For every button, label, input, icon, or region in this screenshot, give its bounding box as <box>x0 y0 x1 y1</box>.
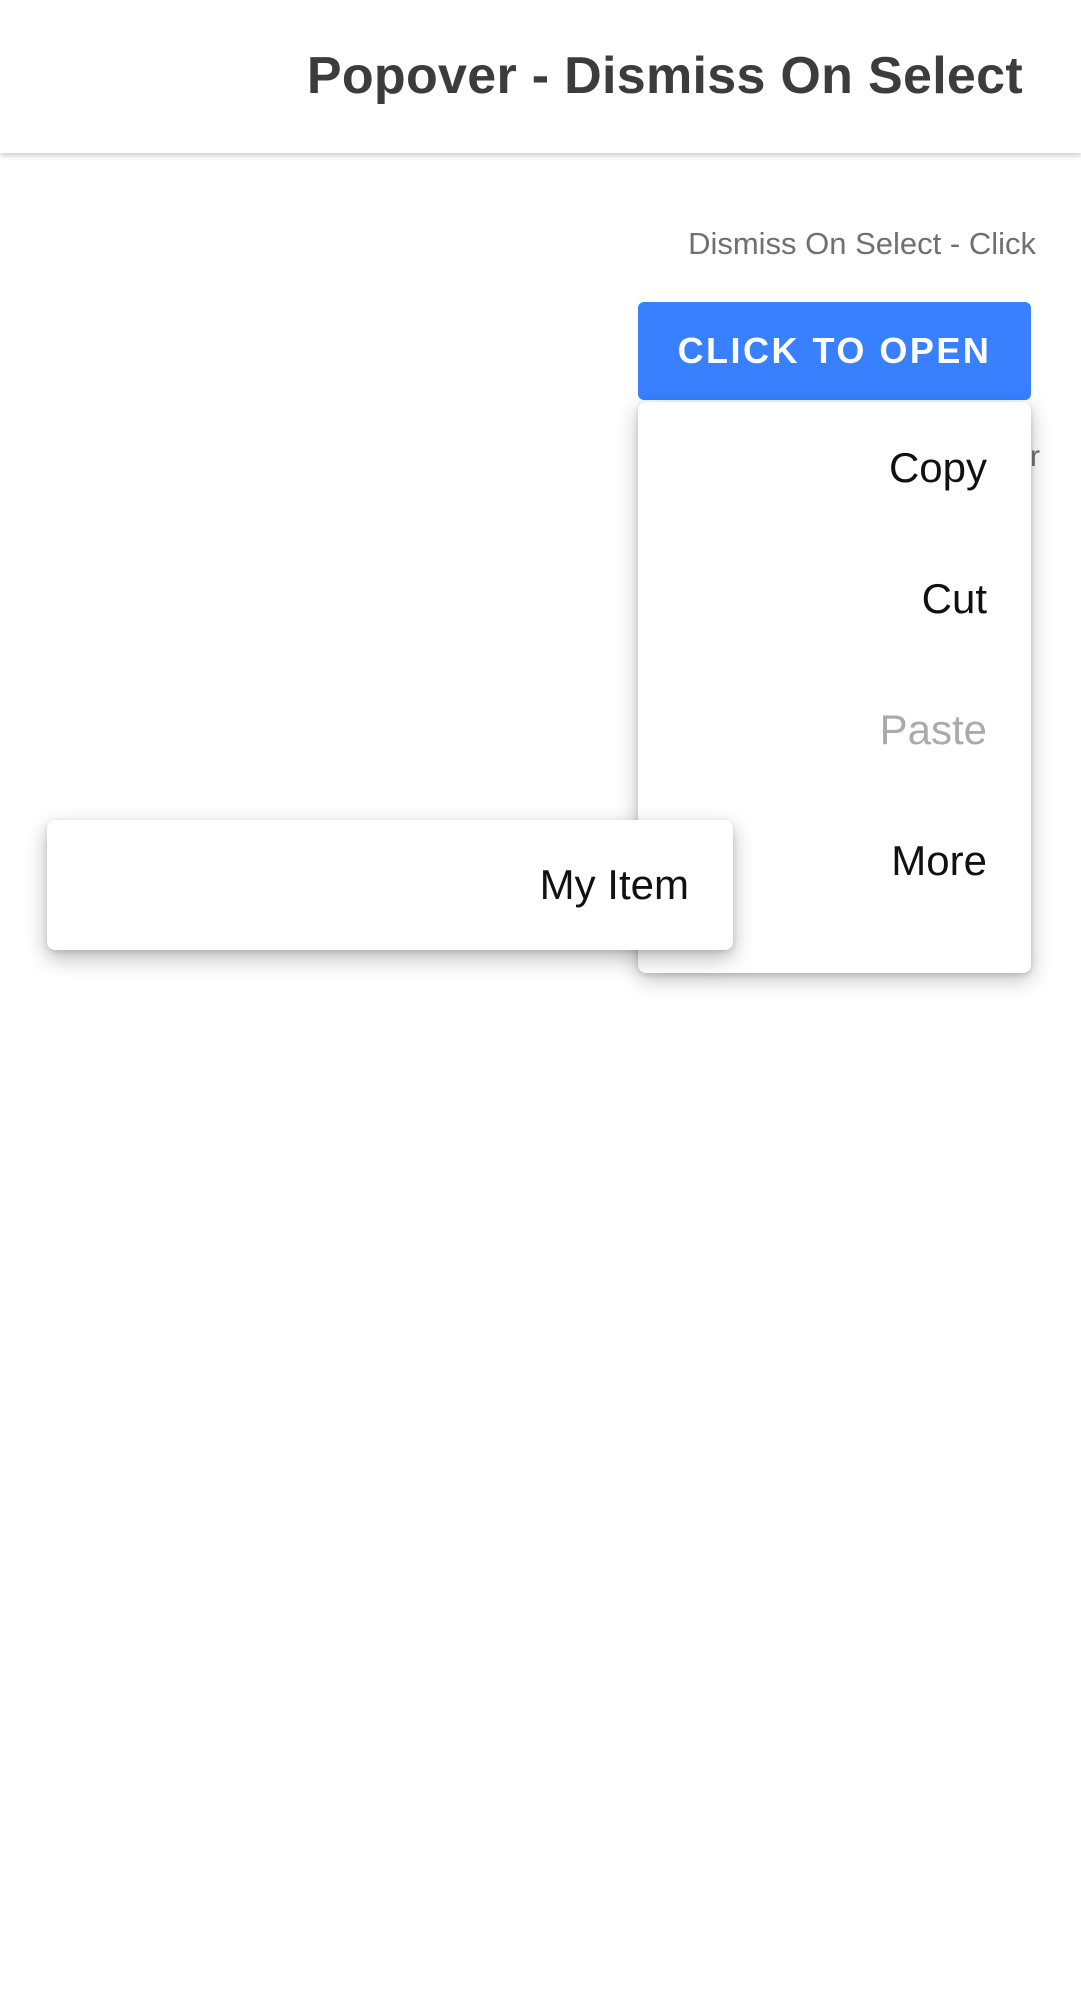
obscured-label-fragment: r <box>1030 440 1040 473</box>
page-title: Popover - Dismiss On Select <box>306 47 1023 105</box>
click-to-open-button[interactable]: CLICK TO OPEN <box>638 302 1031 400</box>
menu-item-my-item[interactable]: My Item <box>540 861 689 909</box>
menu-item-copy[interactable]: Copy <box>638 402 1031 533</box>
app-screen: Popover - Dismiss On Select Dismiss On S… <box>0 0 1081 1999</box>
menu-item-paste: Paste <box>879 705 987 753</box>
section-label: Dismiss On Select - Click <box>688 226 1036 261</box>
menu-item-cut[interactable]: Cut <box>638 533 1031 664</box>
toolbar: Popover - Dismiss On Select <box>0 0 1081 153</box>
nested-popover-menu: My Item <box>47 820 733 950</box>
